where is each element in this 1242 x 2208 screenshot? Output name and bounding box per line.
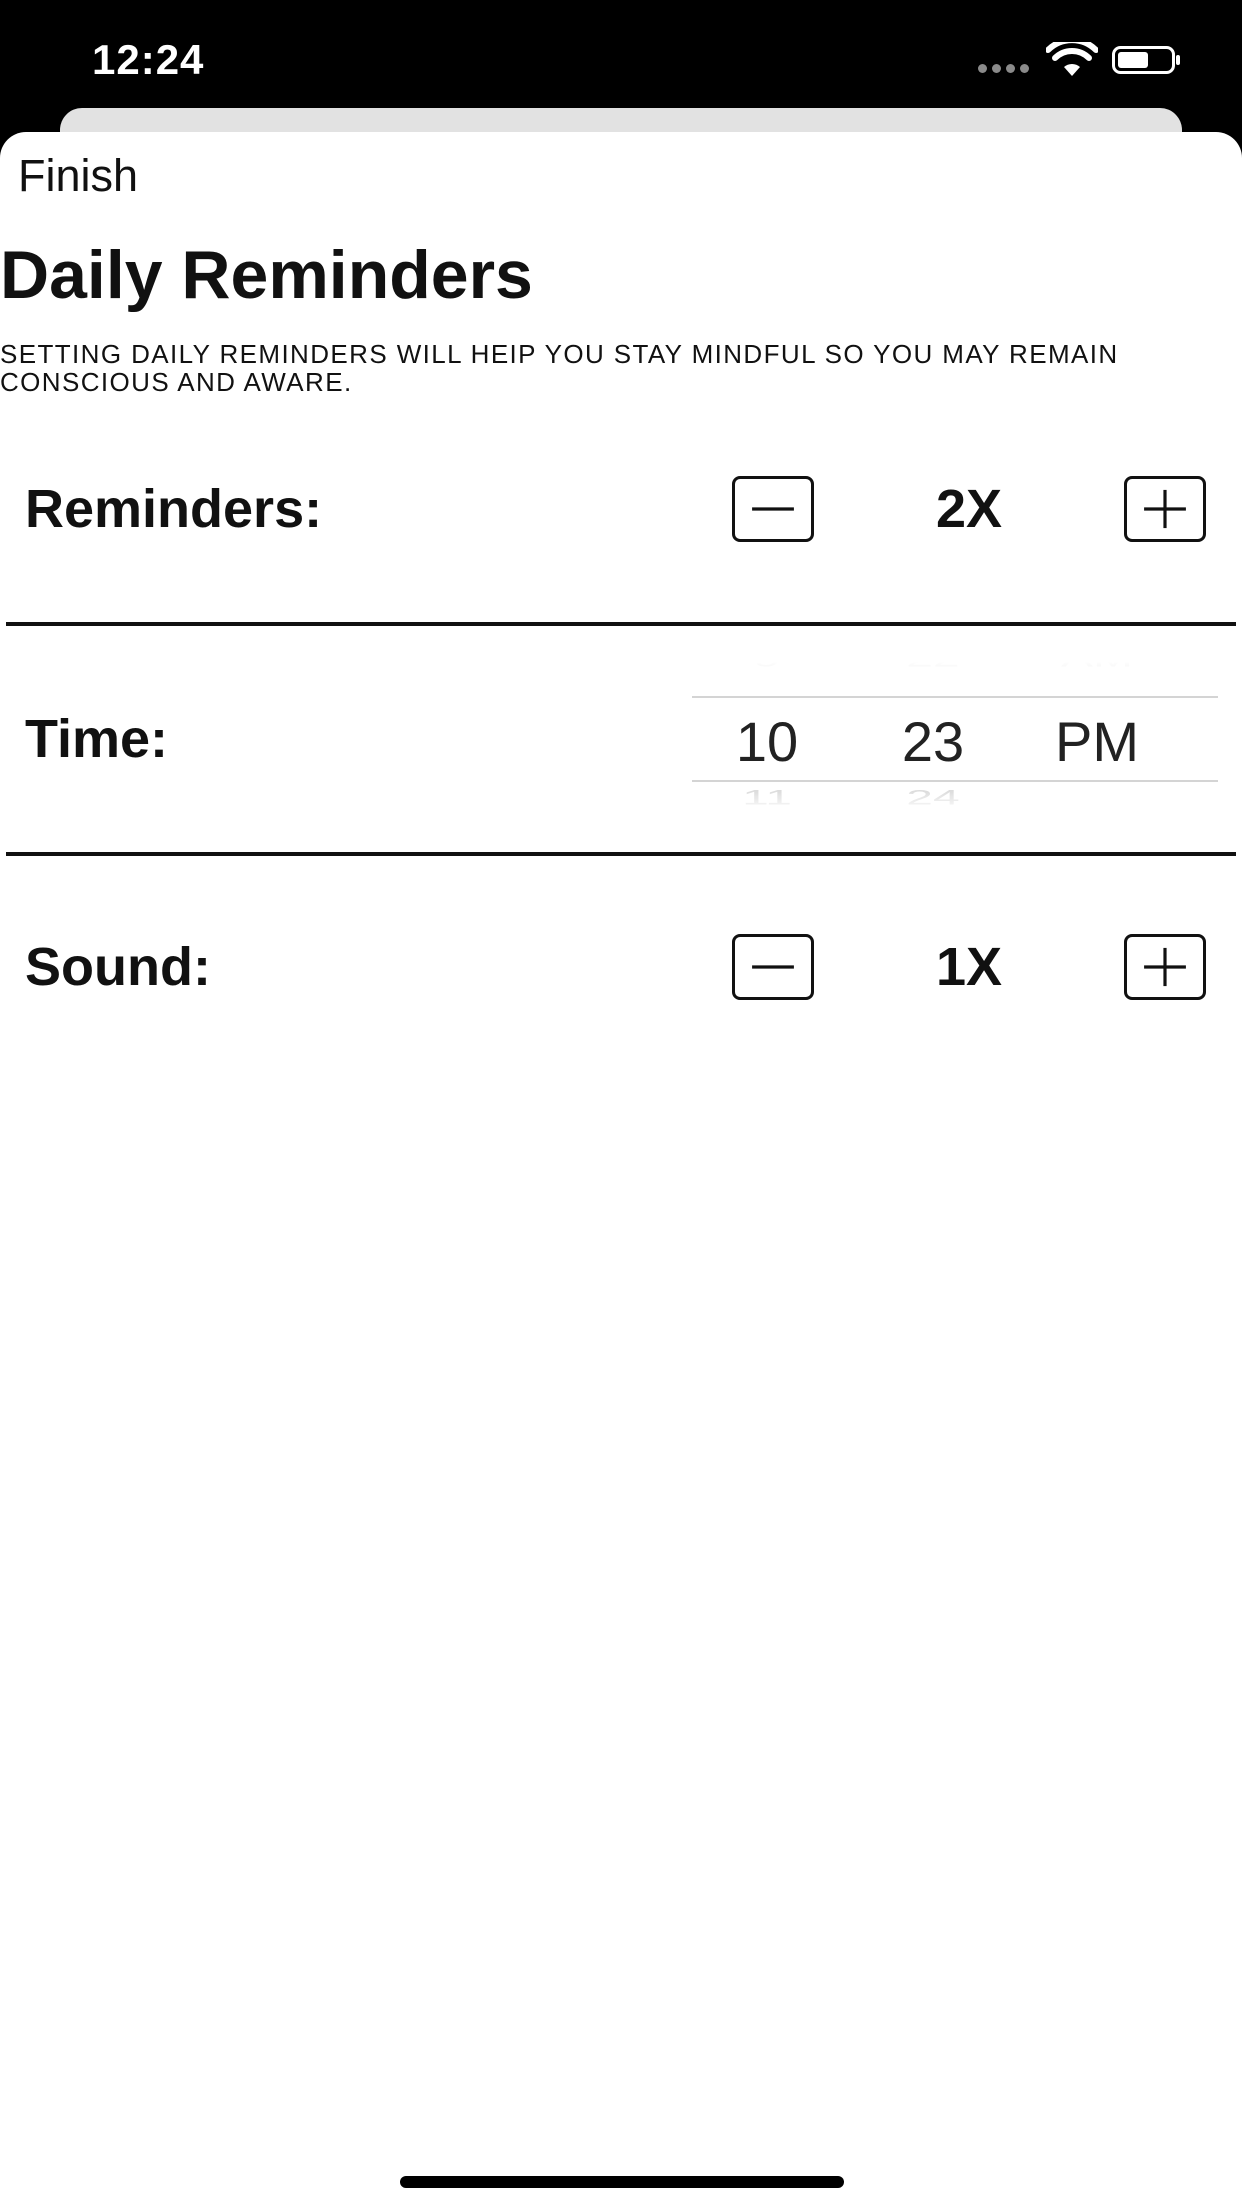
minus-icon	[752, 507, 794, 511]
picker-selection-line-top	[692, 696, 1218, 698]
plus-icon	[1144, 489, 1186, 529]
divider	[6, 622, 1236, 626]
battery-icon	[1112, 46, 1182, 74]
minus-icon	[752, 965, 794, 969]
sound-label: Sound:	[25, 937, 211, 997]
status-bar: 12:24	[0, 0, 1242, 110]
picker-fade-top	[692, 662, 1218, 696]
picker-fade-bottom	[692, 782, 1218, 812]
sound-increment-button[interactable]	[1124, 934, 1206, 1000]
home-indicator[interactable]	[400, 2176, 844, 2188]
period-selected: PM	[1055, 710, 1139, 773]
finish-button[interactable]: Finish	[18, 150, 138, 202]
signal-icon	[978, 64, 1029, 73]
sound-count: 1X	[935, 937, 1003, 997]
page-title: Daily Reminders	[0, 237, 533, 313]
wifi-icon	[1045, 37, 1099, 83]
reminders-count: 2X	[935, 479, 1003, 539]
time-label: Time:	[25, 709, 169, 769]
modal-sheet	[0, 132, 1242, 2208]
hour-selected: 10	[735, 710, 799, 773]
picker-selection-line-bottom	[692, 780, 1218, 782]
plus-icon	[1144, 947, 1186, 987]
page-description: SETTING DAILY REMINDERS WILL HEIP YOU ST…	[0, 339, 1119, 397]
reminders-label: Reminders:	[25, 479, 323, 539]
sound-decrement-button[interactable]	[732, 934, 814, 1000]
reminders-increment-button[interactable]	[1124, 476, 1206, 542]
status-time: 12:24	[92, 36, 205, 83]
divider	[6, 852, 1236, 856]
minute-selected: 23	[901, 710, 965, 773]
time-picker[interactable]: 9 10 11 22 23 24 AM PM	[692, 662, 1218, 812]
reminders-decrement-button[interactable]	[732, 476, 814, 542]
